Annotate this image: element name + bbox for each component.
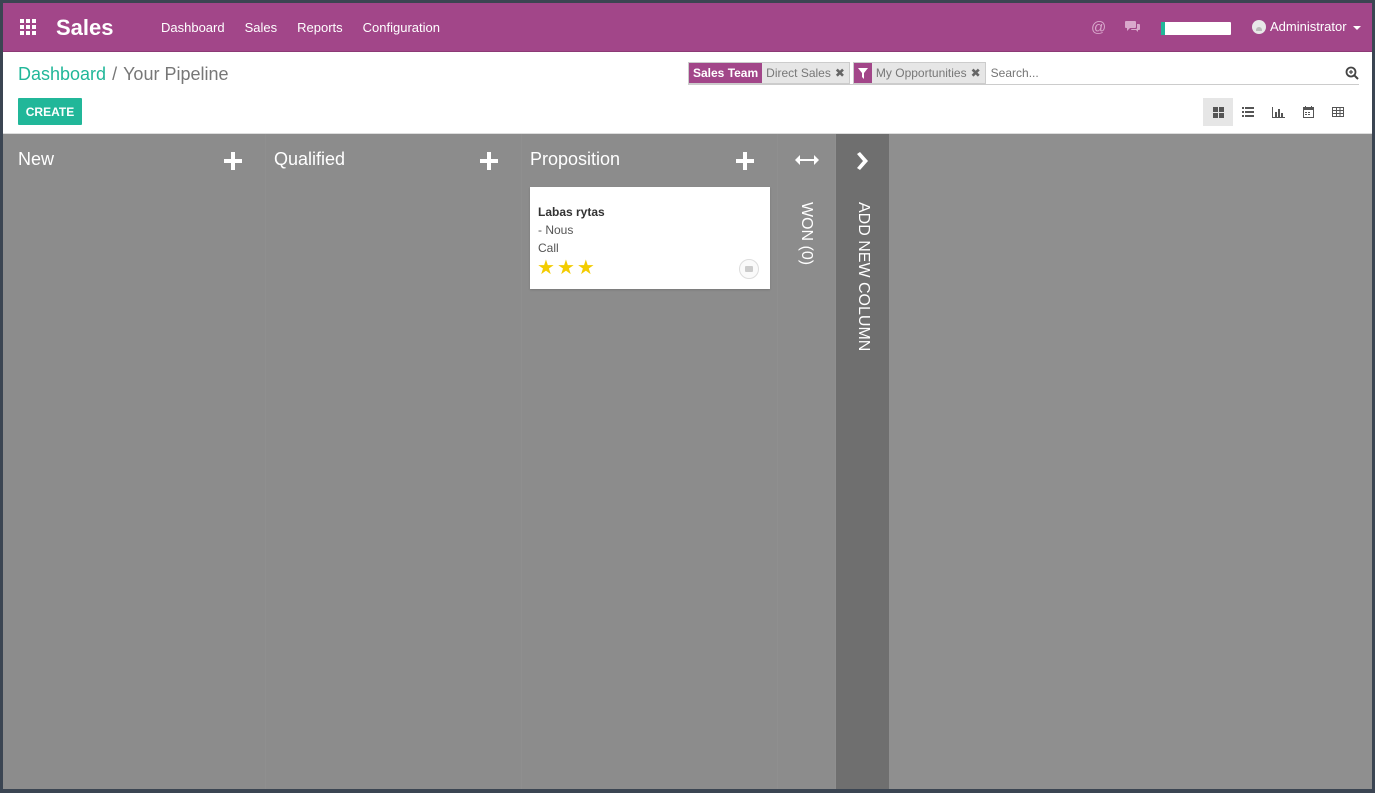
- chevron-right-icon[interactable]: [856, 152, 868, 175]
- quick-create-plus-icon[interactable]: [736, 152, 754, 170]
- facet-remove-icon[interactable]: ✖: [834, 63, 849, 83]
- list-view-icon[interactable]: [1233, 98, 1263, 126]
- mentions-icon[interactable]: @: [1091, 19, 1106, 36]
- quick-create-plus-icon[interactable]: [480, 152, 498, 170]
- breadcrumb-separator: /: [112, 64, 118, 84]
- caret-down-icon: [1352, 25, 1361, 30]
- priority-star-icon[interactable]: ★: [577, 258, 595, 278]
- breadcrumb-current: Your Pipeline: [123, 64, 229, 84]
- create-button[interactable]: CREATE: [18, 98, 82, 125]
- facet-value: Direct Sales: [762, 63, 835, 83]
- avatar: [1252, 19, 1266, 34]
- onboarding-progress-bar[interactable]: [1161, 22, 1231, 35]
- kanban-column-won-folded[interactable]: WON (0): [778, 134, 835, 789]
- card-activity: Call: [538, 241, 559, 255]
- main-navbar: Sales Dashboard Sales Reports Configurat…: [3, 3, 1372, 52]
- column-title: Qualified: [274, 149, 346, 169]
- add-column-label: ADD NEW COLUMN: [855, 202, 872, 352]
- column-title: WON (0): [798, 202, 815, 266]
- kanban-view-icon[interactable]: [1203, 98, 1233, 126]
- kanban-column-qualified: Qualified: [266, 134, 521, 789]
- facet-value: My Opportunities: [871, 63, 971, 83]
- card-partner: - Nous: [538, 223, 574, 237]
- column-title: New: [18, 149, 55, 169]
- facet-sales-team: Sales Team Direct Sales ✖: [688, 62, 850, 84]
- calendar-view-icon[interactable]: [1293, 98, 1323, 126]
- search-icon[interactable]: [1345, 66, 1359, 80]
- view-switcher: [1203, 98, 1353, 126]
- chat-icon[interactable]: [1125, 20, 1141, 34]
- filter-icon: [853, 63, 872, 83]
- priority-stars: ★ ★ ★: [537, 258, 597, 278]
- pivot-view-icon[interactable]: [1323, 98, 1353, 126]
- kanban-card[interactable]: Labas rytas - Nous Call ★ ★ ★: [530, 187, 770, 289]
- app-brand: Sales: [56, 15, 114, 40]
- add-new-column[interactable]: ADD NEW COLUMN: [836, 134, 889, 789]
- column-title: Proposition: [530, 149, 621, 169]
- kanban-column-new: New: [3, 134, 265, 789]
- card-title: Labas rytas: [538, 205, 605, 219]
- breadcrumb: Dashboard / Your Pipeline: [18, 64, 229, 85]
- priority-star-icon[interactable]: ★: [557, 258, 575, 278]
- odoo-window: Sales Dashboard Sales Reports Configurat…: [3, 3, 1372, 789]
- menu-configuration[interactable]: Configuration: [363, 20, 440, 35]
- control-panel: Dashboard / Your Pipeline CREATE Sales Tea…: [3, 52, 1372, 134]
- expand-arrows-icon[interactable]: [795, 153, 819, 172]
- top-menu: Dashboard Sales Reports Configuration: [161, 3, 460, 51]
- apps-grid-icon[interactable]: [20, 19, 36, 35]
- facet-my-opportunities: My Opportunities ✖: [852, 62, 986, 84]
- breadcrumb-dashboard[interactable]: Dashboard: [18, 64, 106, 84]
- user-menu[interactable]: Administrator: [1252, 19, 1361, 34]
- progress-fill: [1161, 22, 1165, 35]
- menu-reports[interactable]: Reports: [297, 20, 343, 35]
- facet-remove-icon[interactable]: ✖: [970, 63, 985, 83]
- facet-label: Sales Team: [689, 63, 763, 83]
- graph-view-icon[interactable]: [1263, 98, 1293, 126]
- menu-sales[interactable]: Sales: [245, 20, 278, 35]
- search-bar: Sales Team Direct Sales ✖ My Opportuniti…: [688, 62, 1359, 85]
- search-input[interactable]: [988, 62, 1345, 84]
- menu-dashboard[interactable]: Dashboard: [161, 20, 225, 35]
- card-avatar[interactable]: [739, 259, 759, 279]
- priority-star-icon[interactable]: ★: [537, 258, 555, 278]
- kanban-board: New Qualified Proposition Labas rytas - …: [3, 134, 1372, 789]
- quick-create-plus-icon[interactable]: [224, 152, 242, 170]
- user-name: Administrator: [1270, 19, 1347, 34]
